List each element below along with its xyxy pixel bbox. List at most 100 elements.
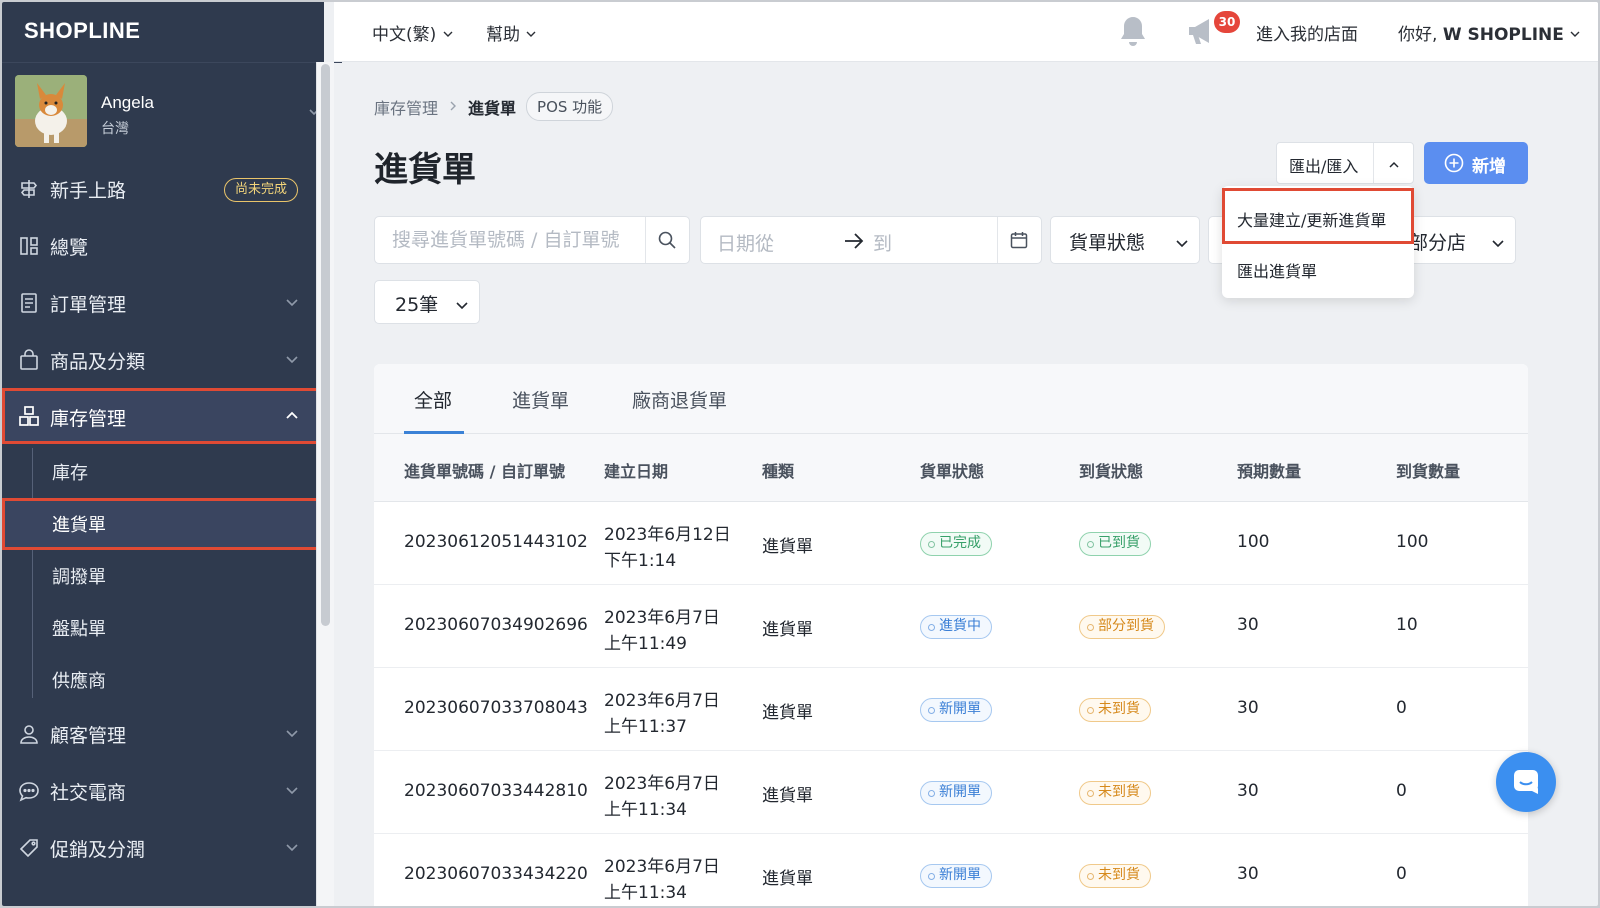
sidebar-subitem-purchase-orders[interactable]: 進貨單 xyxy=(2,498,322,550)
date-from-field[interactable]: 日期從 xyxy=(717,229,774,256)
arrival-badge: 部分到貨 xyxy=(1079,615,1165,639)
created-date: 2023年6月7日 xyxy=(604,774,720,794)
expected-qty: 30 xyxy=(1237,864,1259,884)
export-import-label: 匯出/匯入 xyxy=(1289,157,1359,176)
received-qty: 0 xyxy=(1396,698,1407,718)
export-import-button[interactable]: 匯出/匯入 xyxy=(1276,142,1414,184)
user-menu[interactable]: 你好, W SHOPLINE xyxy=(1398,20,1581,45)
table-row[interactable]: 20230607033708043 2023年6月7日 上午11:37 進貨單 … xyxy=(374,668,1528,751)
divider xyxy=(645,217,646,263)
expected-qty: 100 xyxy=(1237,532,1270,552)
avatar xyxy=(15,75,87,147)
table-row[interactable]: 20230607034902696 2023年6月7日 上午11:49 進貨單 … xyxy=(374,585,1528,668)
person-icon xyxy=(18,723,40,745)
sidebar-item-label: 商品及分類 xyxy=(50,351,146,373)
column-header[interactable]: 貨單狀態 xyxy=(920,458,984,482)
column-header[interactable]: 預期數量 xyxy=(1237,458,1301,482)
profile-name: Angela xyxy=(101,93,154,112)
sidebar-item-products[interactable]: 商品及分類 xyxy=(2,333,322,387)
tab-supplier-returns[interactable]: 廠商退貨單 xyxy=(632,386,727,413)
table-row[interactable]: 20230607033442810 2023年6月7日 上午11:34 進貨單 … xyxy=(374,751,1528,834)
menu-item-export-purchase-orders[interactable]: 匯出進貨單 xyxy=(1222,246,1414,292)
column-header[interactable]: 種類 xyxy=(762,458,794,482)
order-number[interactable]: 20230607033708043 xyxy=(404,698,588,718)
table-row[interactable]: 20230607033434220 2023年6月7日 上午11:34 進貨單 … xyxy=(374,834,1528,906)
sidebar-subitem-stock[interactable]: 庫存 xyxy=(2,446,322,498)
sidebar-subitem-suppliers[interactable]: 供應商 xyxy=(2,654,322,706)
chevron-down-icon xyxy=(1491,233,1505,248)
created-time: 上午11:49 xyxy=(604,634,687,654)
search-icon[interactable] xyxy=(657,230,677,250)
help-menu[interactable]: 幫助 xyxy=(486,20,537,45)
chevron-right-icon xyxy=(448,97,458,116)
tab-purchase-orders[interactable]: 進貨單 xyxy=(512,386,569,413)
search-input[interactable] xyxy=(376,218,644,262)
sidebar-subitem-stocktake[interactable]: 盤點單 xyxy=(2,602,322,654)
scrollbar-thumb[interactable] xyxy=(321,64,330,626)
add-new-button[interactable]: 新增 xyxy=(1424,142,1528,184)
divider xyxy=(2,62,342,63)
received-qty: 10 xyxy=(1396,615,1418,635)
inventory-icon xyxy=(18,405,40,427)
sidebar-item-promotions[interactable]: 促銷及分潤 xyxy=(2,821,322,875)
plus-circle-icon xyxy=(1444,153,1464,173)
chevron-down-icon xyxy=(443,31,453,37)
order-number[interactable]: 20230607034902696 xyxy=(404,615,588,635)
sidebar-item-orders[interactable]: 訂單管理 xyxy=(2,276,322,330)
breadcrumb-current: 進貨單 xyxy=(468,98,517,118)
created-time: 上午11:37 xyxy=(604,717,687,737)
chevron-up-icon[interactable] xyxy=(1387,157,1401,171)
tab-bar: 全部 進貨單 廠商退貨單 xyxy=(374,364,1528,434)
chevron-down-icon xyxy=(1175,233,1189,248)
sidebar-item-getting-started[interactable]: 新手上路 尚未完成 xyxy=(2,162,322,216)
order-type: 進貨單 xyxy=(762,537,813,557)
sidebar-item-inventory[interactable]: 庫存管理 xyxy=(2,388,322,444)
sidebar-item-social-commerce[interactable]: 社交電商 xyxy=(2,764,322,818)
search-box xyxy=(374,216,690,264)
column-header[interactable]: 建立日期 xyxy=(604,458,668,482)
sidebar-item-label: 調撥單 xyxy=(52,567,106,588)
chevron-down-icon xyxy=(526,31,536,37)
column-header[interactable]: 到貨數量 xyxy=(1396,458,1460,482)
chevron-down-icon xyxy=(455,295,469,310)
table-header: 進貨單號碼 / 自訂單號 建立日期 種類 貨單狀態 到貨狀態 預期數量 到貨數量 xyxy=(374,434,1528,502)
order-number[interactable]: 20230612051443102 xyxy=(404,532,588,552)
column-header[interactable]: 進貨單號碼 / 自訂單號 xyxy=(404,458,565,482)
sidebar-item-customers[interactable]: 顧客管理 xyxy=(2,707,322,761)
per-page-label: 25筆 xyxy=(395,294,439,316)
tab-all[interactable]: 全部 xyxy=(414,386,452,413)
divider xyxy=(1373,143,1374,183)
sidebar-item-label: 盤點單 xyxy=(52,619,106,640)
order-number[interactable]: 20230607033442810 xyxy=(404,781,588,801)
language-selector[interactable]: 中文(繁) xyxy=(372,20,454,45)
add-new-label: 新增 xyxy=(1472,157,1506,177)
bell-icon[interactable] xyxy=(1118,14,1148,48)
notification-count-badge: 30 xyxy=(1214,11,1240,33)
menu-item-bulk-create-update[interactable]: 大量建立/更新進貨單 xyxy=(1222,188,1414,244)
shopping-bag-icon xyxy=(18,349,40,371)
signpost-icon xyxy=(18,178,40,200)
sidebar-item-overview[interactable]: 總覽 xyxy=(2,219,322,273)
breadcrumb-parent[interactable]: 庫存管理 xyxy=(374,95,438,119)
support-chat-button[interactable] xyxy=(1496,752,1556,812)
chat-bubble-icon xyxy=(18,780,40,802)
date-range-picker[interactable]: 日期從 到 xyxy=(700,216,1042,264)
shopline-logo[interactable]: SHOPLINE xyxy=(24,18,140,44)
column-header[interactable]: 到貨狀態 xyxy=(1079,458,1143,482)
pos-feature-badge: POS 功能 xyxy=(526,92,614,121)
table-row[interactable]: 20230612051443102 2023年6月12日 下午1:14 進貨單 … xyxy=(374,502,1528,585)
calendar-icon[interactable] xyxy=(1009,230,1029,250)
sidebar-subitem-transfers[interactable]: 調撥單 xyxy=(2,550,322,602)
status-filter-select[interactable]: 貨單狀態 xyxy=(1050,216,1200,264)
arrival-badge: 未到貨 xyxy=(1079,698,1151,722)
sidebar-item-label: 庫存管理 xyxy=(50,408,127,430)
created-date: 2023年6月7日 xyxy=(604,691,720,711)
order-number[interactable]: 20230607033434220 xyxy=(404,864,588,884)
per-page-select[interactable]: 25筆 xyxy=(374,280,480,324)
date-to-field[interactable]: 到 xyxy=(873,229,892,256)
page-title: 進貨單 xyxy=(374,150,476,190)
sidebar-item-label: 社交電商 xyxy=(50,782,127,804)
visit-store-link[interactable]: 進入我的店面 xyxy=(1256,20,1358,45)
profile-switcher[interactable]: Angela 台灣 xyxy=(15,75,319,151)
store-filter-label: 部分店 xyxy=(1409,232,1467,254)
